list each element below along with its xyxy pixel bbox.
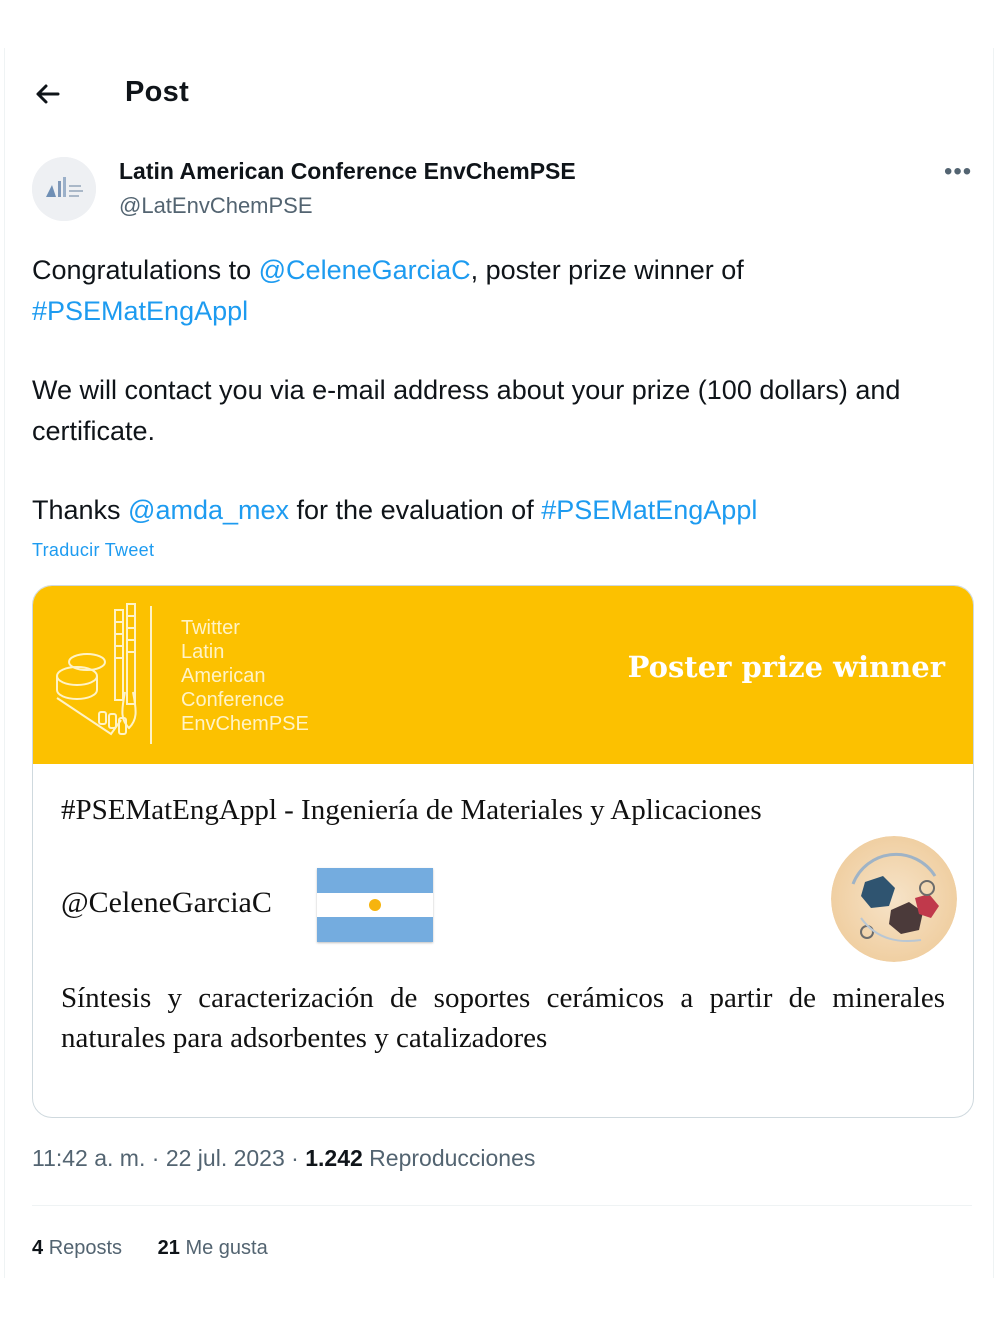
likes-stat[interactable]: 21 Me gusta — [158, 1237, 268, 1259]
tweet-paragraph-1: Congratulations to @CeleneGarciaC, poste… — [32, 250, 982, 332]
logo-line: Latin — [181, 641, 225, 663]
hashtag-link[interactable]: #PSEMatEngAppl — [32, 296, 248, 326]
back-arrow-icon[interactable] — [30, 76, 66, 112]
tweet-text-segment: Thanks — [32, 495, 129, 525]
card-header-band: Twitter Latin American Conference EnvChe… — [33, 586, 973, 764]
reposts-count: 4 — [32, 1237, 44, 1259]
prize-title: Poster prize winner — [627, 650, 945, 684]
conference-logo-icon — [56, 603, 152, 744]
tweet-text-segment: for the evaluation of — [289, 495, 542, 525]
post-header: Post — [0, 60, 998, 124]
tweet-text: Congratulations to @CeleneGarciaC, poste… — [32, 250, 982, 531]
reposts-label: Reposts — [48, 1237, 123, 1259]
translate-tweet-link[interactable]: Traducir Tweet — [32, 540, 154, 561]
likes-label: Me gusta — [185, 1237, 268, 1259]
views-count: 1.242 — [305, 1145, 363, 1171]
logo-line: Twitter — [181, 617, 240, 639]
post-time[interactable]: 11:42 a. m. — [32, 1145, 145, 1171]
author-name[interactable]: Latin American Conference EnvChemPSE — [119, 158, 576, 185]
logo-line: Conference — [181, 689, 285, 711]
winner-handle: @CeleneGarciaC — [61, 886, 272, 919]
poster-title: Síntesis y caracterización de soportes c… — [61, 982, 945, 1054]
meta-separator: · — [145, 1145, 166, 1171]
hashtag-link[interactable]: #PSEMatEngAppl — [541, 495, 757, 525]
post-date[interactable]: 22 jul. 2023 — [166, 1145, 285, 1171]
tweet-text-segment: , poster prize winner of — [470, 255, 744, 285]
tweet-paragraph-2: We will contact you via e-mail address a… — [32, 375, 901, 446]
engagement-stats: 4 Reposts 21 Me gusta — [32, 1237, 298, 1260]
more-options-icon[interactable]: ••• — [944, 158, 972, 186]
meta-separator: · — [284, 1145, 306, 1171]
likes-count: 21 — [157, 1237, 180, 1259]
post-meta: 11:42 a. m. · 22 jul. 2023 · 1.242 Repro… — [32, 1145, 535, 1172]
avatar[interactable] — [32, 157, 96, 221]
logo-line: EnvChemPSE — [181, 713, 309, 735]
views-label: Reproducciones — [369, 1145, 536, 1171]
tweet-paragraph-3: Thanks @amda_mex for the evaluation of #… — [32, 490, 982, 531]
category-title: #PSEMatEngAppl - Ingeniería de Materiale… — [61, 794, 762, 826]
reposts-stat[interactable]: 4 Reposts — [32, 1237, 122, 1259]
author-handle[interactable]: @LatEnvChemPSE — [119, 193, 313, 219]
page-title: Post — [125, 76, 190, 108]
tweet-text-segment: Congratulations to — [32, 255, 259, 285]
mention-link[interactable]: @amda_mex — [128, 495, 289, 525]
mention-link[interactable]: @CeleneGarciaC — [259, 255, 471, 285]
media-image[interactable]: Twitter Latin American Conference EnvChe… — [32, 585, 974, 1118]
logo-line: American — [181, 665, 266, 687]
conference-logo-text: Twitter Latin American Conference EnvChe… — [181, 616, 309, 736]
materials-emblem-icon — [831, 836, 957, 962]
argentina-flag-icon — [317, 868, 433, 942]
divider — [32, 1205, 972, 1206]
